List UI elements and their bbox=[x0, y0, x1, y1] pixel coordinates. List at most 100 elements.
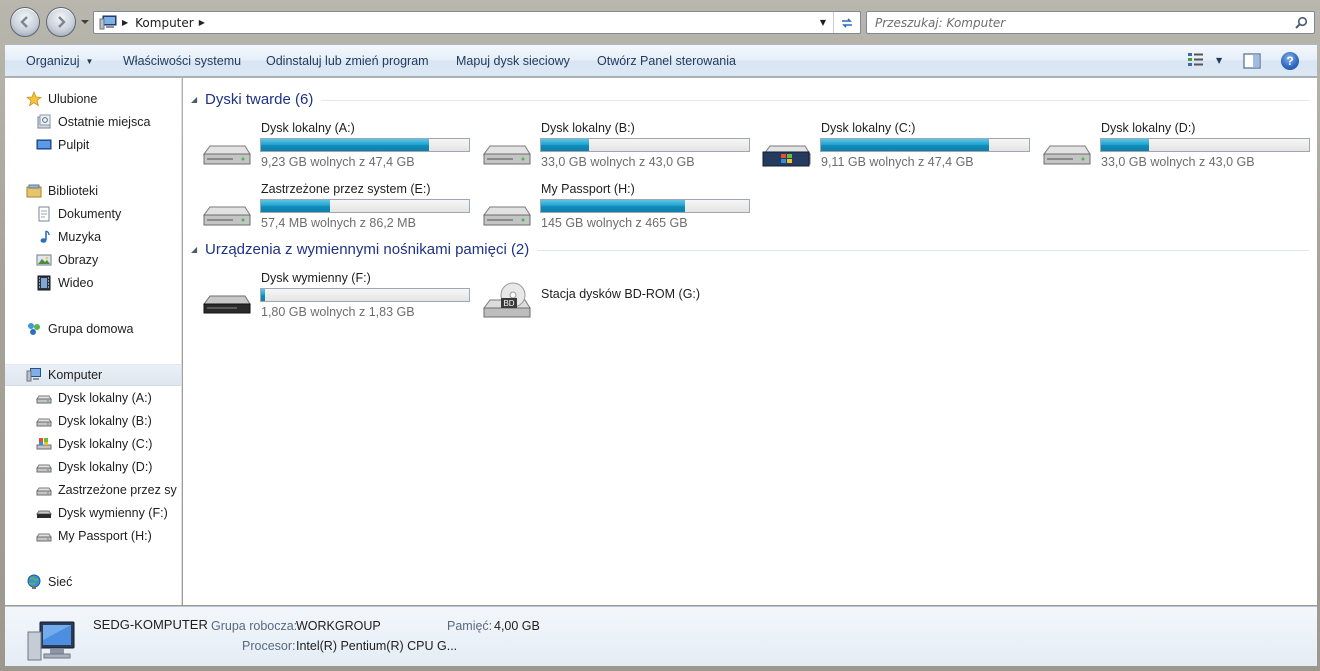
chevron-down-icon: ▼ bbox=[85, 57, 94, 66]
sidebar-item-drive[interactable]: Dysk lokalny (C:) bbox=[5, 433, 181, 455]
search-box[interactable] bbox=[866, 11, 1315, 34]
sidebar-item-label: Komputer bbox=[48, 368, 103, 382]
drive-free-space: 145 GB wolnych z 465 GB bbox=[541, 216, 688, 230]
sidebar-item-drive[interactable]: Dysk lokalny (A:) bbox=[5, 387, 181, 409]
drive-tile[interactable]: Dysk lokalny (C:) 9,11 GB wolnych z 47,4 … bbox=[743, 118, 1030, 174]
sidebar-item-label: Zastrzeżone przez sy bbox=[58, 483, 177, 497]
change-view-button[interactable]: ▼ bbox=[1188, 53, 1222, 67]
sidebar-item-favorites[interactable]: Ulubione bbox=[5, 88, 181, 110]
pictures-icon bbox=[36, 254, 52, 266]
group-header-hard-drives[interactable]: ◢ Dyski twarde (6) bbox=[191, 89, 1309, 109]
help-icon[interactable]: ? bbox=[1281, 52, 1299, 70]
drive-tile[interactable]: BD Stacja dysków BD-ROM (G:) bbox=[463, 268, 738, 324]
drive-icon bbox=[36, 487, 52, 496]
group-header-removable[interactable]: ◢ Urządzenia z wymiennymi nośnikami pami… bbox=[191, 239, 1309, 259]
sidebar-item-label: Obrazy bbox=[58, 253, 99, 267]
sidebar-item-videos[interactable]: Wideo bbox=[5, 272, 181, 294]
drive-usage-bar bbox=[540, 199, 750, 213]
sidebar-item-label: Sieć bbox=[48, 575, 73, 589]
sidebar-item-drive[interactable]: Zastrzeżone przez sy bbox=[5, 479, 181, 501]
workgroup-label: Grupa robocza: bbox=[211, 619, 298, 633]
drive-tile[interactable]: Dysk lokalny (A:) 9,23 GB wolnych z 47,4 … bbox=[183, 118, 470, 174]
address-dropdown-icon[interactable]: ▼ bbox=[820, 18, 826, 27]
desktop-icon bbox=[36, 139, 52, 150]
drive-free-space: 1,80 GB wolnych z 1,83 GB bbox=[261, 305, 415, 319]
search-icon[interactable] bbox=[1295, 16, 1308, 29]
drive-icon bbox=[36, 464, 52, 473]
drive-tile[interactable]: My Passport (H:) 145 GB wolnych z 465 GB bbox=[463, 179, 750, 235]
explorer-window: ▶ Komputer ▶ ▼ Organizuj ▼ Właściwości sy… bbox=[0, 0, 1320, 671]
system-drive-icon bbox=[761, 132, 813, 172]
sidebar-item-music[interactable]: Muzyka bbox=[5, 226, 181, 248]
cpu-value: Intel(R) Pentium(R) CPU G... bbox=[296, 639, 458, 653]
sidebar-item-desktop[interactable]: Pulpit bbox=[5, 134, 181, 156]
breadcrumb-separator-icon[interactable]: ▶ bbox=[122, 18, 128, 27]
breadcrumb-computer[interactable]: Komputer bbox=[135, 16, 194, 30]
drive-free-space: 9,11 GB wolnych z 47,4 GB bbox=[821, 155, 974, 169]
recent-pages-dropdown[interactable] bbox=[80, 16, 90, 28]
arrow-left-icon bbox=[20, 16, 28, 28]
collapse-arrow-icon[interactable]: ◢ bbox=[191, 95, 199, 104]
sidebar-item-drive[interactable]: My Passport (H:) bbox=[5, 525, 181, 547]
system-properties-button[interactable]: Właściwości systemu bbox=[123, 54, 241, 68]
sidebar-item-network[interactable]: Sieć bbox=[5, 571, 181, 593]
map-network-drive-button[interactable]: Mapuj dysk sieciowy bbox=[456, 54, 570, 68]
search-input[interactable] bbox=[875, 15, 1285, 30]
documents-icon bbox=[38, 206, 50, 222]
drive-tile[interactable]: Dysk lokalny (B:) 33,0 GB wolnych z 43,0 … bbox=[463, 118, 750, 174]
collapse-arrow-icon[interactable]: ◢ bbox=[191, 245, 199, 254]
drive-usage-fill bbox=[261, 200, 330, 212]
computer-large-icon bbox=[27, 621, 75, 661]
uninstall-program-button[interactable]: Odinstaluj lub zmień program bbox=[266, 54, 429, 68]
drive-name: Dysk lokalny (C:) bbox=[821, 121, 916, 135]
sidebar-item-homegroup[interactable]: Grupa domowa bbox=[5, 318, 181, 340]
sidebar-item-label: Dysk lokalny (A:) bbox=[58, 391, 152, 405]
drive-usage-bar bbox=[260, 199, 470, 213]
drive-free-space: 9,23 GB wolnych z 47,4 GB bbox=[261, 155, 415, 169]
sidebar-item-drive[interactable]: Dysk wymienny (F:) bbox=[5, 502, 181, 524]
command-bar: Organizuj ▼ Właściwości systemu Odinstalu… bbox=[5, 44, 1317, 77]
drive-name: Stacja dysków BD-ROM (G:) bbox=[541, 287, 701, 301]
drive-name: My Passport (H:) bbox=[541, 182, 635, 196]
sidebar-item-label: Pulpit bbox=[58, 138, 90, 152]
sidebar-item-documents[interactable]: Dokumenty bbox=[5, 203, 181, 225]
sidebar-item-computer[interactable]: Komputer bbox=[5, 364, 181, 386]
sidebar-item-label: Wideo bbox=[58, 276, 94, 290]
refresh-button[interactable] bbox=[833, 12, 860, 33]
sidebar-item-label: Dokumenty bbox=[58, 207, 122, 221]
sidebar-item-label: Dysk lokalny (B:) bbox=[58, 414, 152, 428]
drive-tile[interactable]: Dysk wymienny (F:) 1,80 GB wolnych z 1,83… bbox=[183, 268, 470, 324]
sidebar-item-label: Muzyka bbox=[58, 230, 102, 244]
forward-button[interactable] bbox=[46, 7, 76, 37]
videos-icon bbox=[37, 275, 51, 291]
preview-pane-icon[interactable] bbox=[1243, 53, 1261, 69]
navigation-pane: Ulubione Ostatnie miejsca Pulpit Bibliot… bbox=[5, 78, 182, 605]
hard-drive-icon bbox=[481, 132, 533, 172]
libraries-icon bbox=[26, 184, 42, 198]
open-control-panel-button[interactable]: Otwórz Panel sterowania bbox=[597, 54, 736, 68]
sidebar-item-drive[interactable]: Dysk lokalny (B:) bbox=[5, 410, 181, 432]
sidebar-item-recent[interactable]: Ostatnie miejsca bbox=[5, 111, 181, 133]
sidebar-item-drive[interactable]: Dysk lokalny (D:) bbox=[5, 456, 181, 478]
homegroup-icon bbox=[28, 323, 40, 335]
group-title: Urządzenia z wymiennymi nośnikami pamięc… bbox=[205, 240, 530, 258]
sidebar-item-label: Grupa domowa bbox=[48, 322, 134, 336]
organize-button[interactable]: Organizuj ▼ bbox=[26, 54, 93, 68]
workgroup-value: WORKGROUP bbox=[296, 619, 381, 633]
hard-drive-icon bbox=[1041, 132, 1093, 172]
address-bar[interactable]: ▶ Komputer ▶ ▼ bbox=[93, 11, 861, 34]
system-drive-icon bbox=[36, 438, 52, 450]
computer-icon bbox=[26, 368, 41, 382]
cpu-label: Procesor: bbox=[242, 639, 296, 653]
sidebar-item-label: Biblioteki bbox=[48, 184, 99, 198]
drive-tile[interactable]: Dysk lokalny (D:) 33,0 GB wolnych z 43,0 … bbox=[1023, 118, 1310, 174]
sidebar-item-libraries[interactable]: Biblioteki bbox=[5, 180, 181, 202]
sidebar-item-pictures[interactable]: Obrazy bbox=[5, 249, 181, 271]
back-button[interactable] bbox=[10, 7, 40, 37]
breadcrumb-separator-icon[interactable]: ▶ bbox=[199, 18, 205, 27]
chevron-down-icon[interactable]: ▼ bbox=[1216, 56, 1222, 65]
sidebar-item-label: Dysk lokalny (D:) bbox=[58, 460, 153, 474]
drive-usage-bar bbox=[1100, 138, 1310, 152]
hard-drive-icon bbox=[201, 132, 253, 172]
drive-tile[interactable]: Zastrzeżone przez system (E:) 57,4 MB wol… bbox=[183, 179, 470, 235]
